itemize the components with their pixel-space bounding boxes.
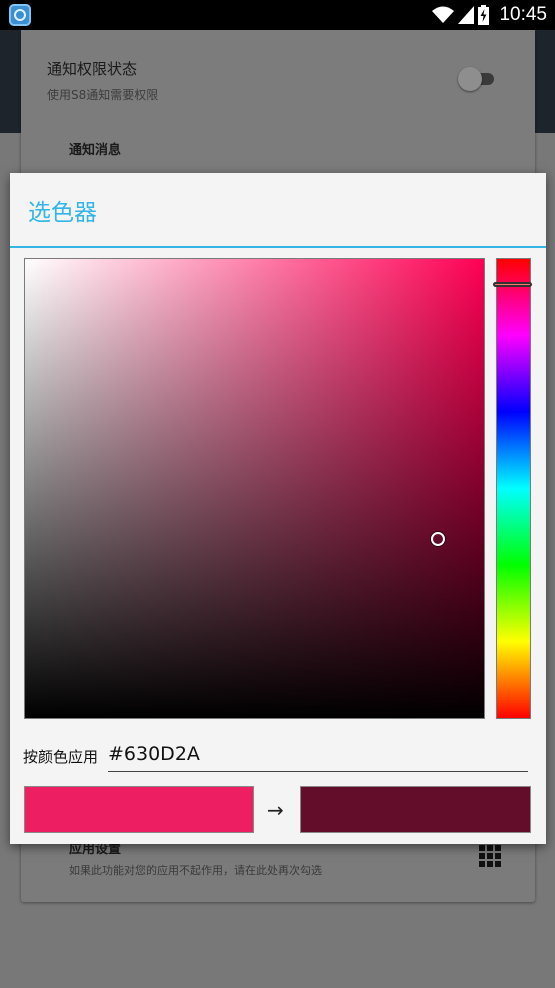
app-grid-icon[interactable] xyxy=(479,845,501,867)
hue-slider[interactable] xyxy=(493,258,532,719)
notification-permission-subtitle: 使用S8通知需要权限 xyxy=(47,88,159,102)
status-icons: 10:45 xyxy=(432,0,547,30)
toggle-thumb xyxy=(458,67,482,91)
old-color-swatch[interactable] xyxy=(24,786,254,833)
wifi-icon xyxy=(432,6,455,23)
hue-slider-handle[interactable] xyxy=(493,282,532,288)
section-label: 通知消息 xyxy=(69,143,122,158)
notification-permission-title: 通知权限状态 xyxy=(47,60,138,78)
arrow-icon: → xyxy=(267,798,284,822)
dialog-title: 选色器 xyxy=(28,200,97,226)
dialog-title-divider xyxy=(10,246,546,248)
hex-color-input[interactable] xyxy=(108,739,528,772)
notification-permission-toggle[interactable] xyxy=(458,67,496,91)
new-color-swatch[interactable] xyxy=(300,786,531,833)
color-picker-dialog: 选色器 按颜色应用 → xyxy=(10,173,546,844)
saturation-value-cursor[interactable] xyxy=(431,531,446,546)
clock: 10:45 xyxy=(499,4,547,25)
saturation-value-panel[interactable] xyxy=(24,258,485,719)
battery-icon xyxy=(478,5,490,25)
signal-icon xyxy=(458,6,475,24)
hex-input-label: 按颜色应用 xyxy=(23,748,99,766)
app-notification-icon xyxy=(9,4,31,26)
app-settings-description: 如果此功能对您的应用不起作用，请在此处再次勾选 xyxy=(69,864,322,877)
status-bar: 10:45 xyxy=(0,0,555,30)
